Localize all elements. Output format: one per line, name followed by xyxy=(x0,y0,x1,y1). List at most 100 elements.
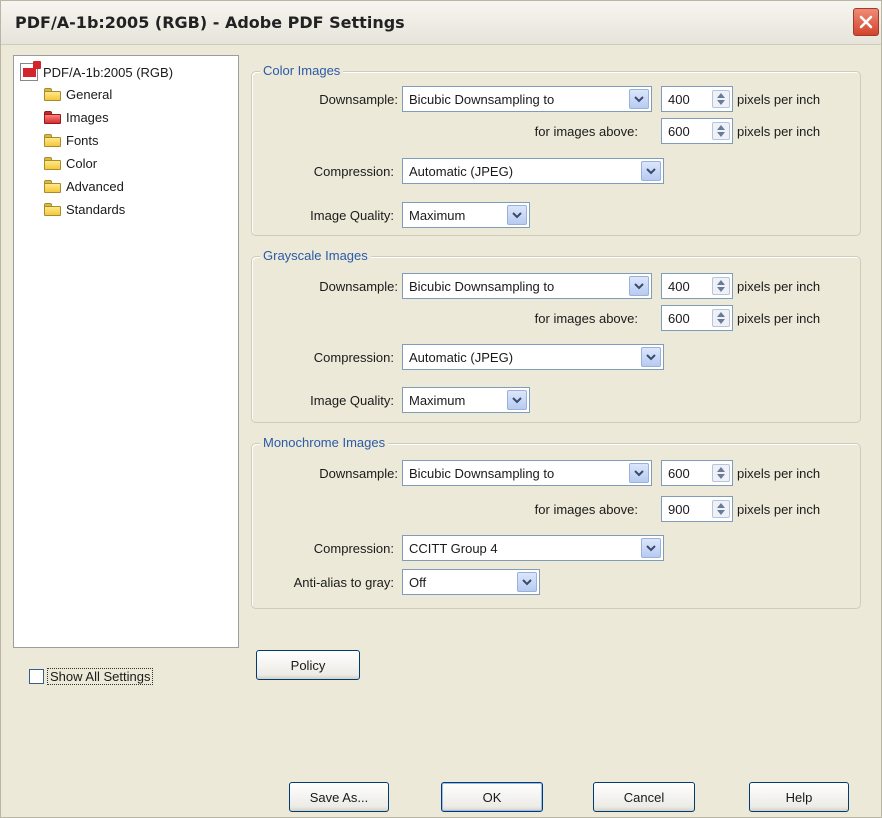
spin-arrows-icon[interactable] xyxy=(712,500,730,518)
spin-arrows-icon[interactable] xyxy=(712,309,730,327)
color-images-group: Color Images Downsample: Bicubic Downsam… xyxy=(251,63,861,236)
show-all-settings-checkbox[interactable] xyxy=(29,669,44,684)
show-all-settings-label: Show All Settings xyxy=(47,668,154,685)
tree-item-advanced[interactable]: Advanced xyxy=(44,175,124,197)
folder-icon xyxy=(44,202,61,216)
tree-item-images[interactable]: Images xyxy=(44,106,109,128)
adobe-pdf-settings-dialog: PDF/A-1b:2005 (RGB) - Adobe PDF Settings… xyxy=(0,0,882,818)
downsample-select[interactable]: Bicubic Downsampling to xyxy=(402,460,652,486)
above-ppi-stepper[interactable]: 600 xyxy=(661,118,733,144)
chevron-down-icon[interactable] xyxy=(517,572,537,592)
window-title: PDF/A-1b:2005 (RGB) - Adobe PDF Settings xyxy=(15,13,405,32)
chevron-down-icon[interactable] xyxy=(507,390,527,410)
grayscale-images-group: Grayscale Images Downsample: Bicubic Dow… xyxy=(251,248,861,423)
cancel-button[interactable]: Cancel xyxy=(593,782,695,812)
chevron-down-icon[interactable] xyxy=(629,89,649,109)
folder-icon xyxy=(44,156,61,170)
ppi-unit: pixels per inch xyxy=(737,92,821,107)
ppi-stepper[interactable]: 400 xyxy=(661,273,733,299)
show-all-settings[interactable]: Show All Settings xyxy=(29,668,154,685)
downsample-select[interactable]: Bicubic Downsampling to xyxy=(402,273,652,299)
image-quality-label: Image Quality: xyxy=(310,393,394,408)
chevron-down-icon[interactable] xyxy=(641,347,661,367)
title-bar[interactable]: PDF/A-1b:2005 (RGB) - Adobe PDF Settings xyxy=(1,1,881,45)
image-quality-select[interactable]: Maximum xyxy=(402,387,530,413)
ppi-value: 600 xyxy=(668,465,690,481)
ok-button[interactable]: OK xyxy=(441,782,543,812)
spin-arrows-icon[interactable] xyxy=(712,122,730,140)
spin-arrows-icon[interactable] xyxy=(712,277,730,295)
antialias-select[interactable]: Off xyxy=(402,569,540,595)
chevron-down-icon[interactable] xyxy=(629,276,649,296)
downsample-label: Downsample: xyxy=(319,92,398,107)
above-label: for images above: xyxy=(534,502,638,517)
downsample-label: Downsample: xyxy=(319,466,398,481)
compression-value: Automatic (JPEG) xyxy=(409,349,514,365)
tree-root-label: PDF/A-1b:2005 (RGB) xyxy=(43,64,174,80)
ppi-value: 400 xyxy=(668,91,690,107)
compression-value: Automatic (JPEG) xyxy=(409,163,514,179)
ppi-unit: pixels per inch xyxy=(737,466,821,481)
spin-arrows-icon[interactable] xyxy=(712,90,730,108)
above-ppi-unit: pixels per inch xyxy=(737,311,821,326)
above-label: for images above: xyxy=(534,311,638,326)
tree-item-standards[interactable]: Standards xyxy=(44,198,125,220)
image-quality-label: Image Quality: xyxy=(310,208,394,223)
tree-item-color[interactable]: Color xyxy=(44,152,97,174)
compression-value: CCITT Group 4 xyxy=(409,540,498,556)
tree-item-label: General xyxy=(66,86,113,102)
policy-button[interactable]: Policy xyxy=(256,650,360,680)
antialias-label: Anti-alias to gray: xyxy=(293,575,394,590)
compression-select[interactable]: CCITT Group 4 xyxy=(402,535,664,561)
folder-icon xyxy=(44,179,61,193)
settings-tree: PDF/A-1b:2005 (RGB) General Images Fonts… xyxy=(13,55,239,648)
above-ppi-value: 600 xyxy=(668,310,690,326)
above-ppi-unit: pixels per inch xyxy=(737,502,821,517)
compression-label: Compression: xyxy=(313,350,394,365)
spin-arrows-icon[interactable] xyxy=(712,464,730,482)
compression-label: Compression: xyxy=(313,164,394,179)
chevron-down-icon[interactable] xyxy=(507,205,527,225)
downsample-value: Bicubic Downsampling to xyxy=(409,465,555,481)
tree-item-label: Advanced xyxy=(66,178,124,194)
above-label: for images above: xyxy=(534,124,638,139)
downsample-label: Downsample: xyxy=(319,279,398,294)
help-button[interactable]: Help xyxy=(749,782,849,812)
chevron-down-icon[interactable] xyxy=(641,161,661,181)
above-ppi-stepper[interactable]: 600 xyxy=(661,305,733,331)
tree-item-fonts[interactable]: Fonts xyxy=(44,129,99,151)
group-title: Monochrome Images xyxy=(260,435,389,450)
compression-select[interactable]: Automatic (JPEG) xyxy=(402,158,664,184)
group-title: Grayscale Images xyxy=(260,248,371,263)
tree-item-general[interactable]: General xyxy=(44,83,112,105)
chevron-down-icon[interactable] xyxy=(629,463,649,483)
downsample-select[interactable]: Bicubic Downsampling to xyxy=(402,86,652,112)
ppi-unit: pixels per inch xyxy=(737,279,821,294)
chevron-down-icon[interactable] xyxy=(641,538,661,558)
image-quality-value: Maximum xyxy=(409,392,466,408)
ppi-value: 400 xyxy=(668,278,690,294)
tree-item-label: Standards xyxy=(66,201,126,217)
ppi-stepper[interactable]: 600 xyxy=(661,460,733,486)
tree-root-item[interactable]: PDF/A-1b:2005 (RGB) xyxy=(20,61,173,83)
above-ppi-unit: pixels per inch xyxy=(737,124,821,139)
above-ppi-stepper[interactable]: 900 xyxy=(661,496,733,522)
tree-item-label: Color xyxy=(66,155,98,171)
above-ppi-value: 900 xyxy=(668,501,690,517)
downsample-value: Bicubic Downsampling to xyxy=(409,278,555,294)
folder-icon xyxy=(44,133,61,147)
close-button[interactable] xyxy=(853,8,879,36)
pdf-settings-icon xyxy=(20,61,41,81)
folder-icon xyxy=(44,87,61,101)
save-as-button[interactable]: Save As... xyxy=(289,782,389,812)
antialias-value: Off xyxy=(409,574,427,590)
group-title: Color Images xyxy=(260,63,344,78)
compression-select[interactable]: Automatic (JPEG) xyxy=(402,344,664,370)
close-icon xyxy=(859,15,873,29)
tree-item-label: Fonts xyxy=(66,132,99,148)
compression-label: Compression: xyxy=(313,541,394,556)
ppi-stepper[interactable]: 400 xyxy=(661,86,733,112)
tree-item-label: Images xyxy=(66,109,109,125)
image-quality-value: Maximum xyxy=(409,207,466,223)
image-quality-select[interactable]: Maximum xyxy=(402,202,530,228)
